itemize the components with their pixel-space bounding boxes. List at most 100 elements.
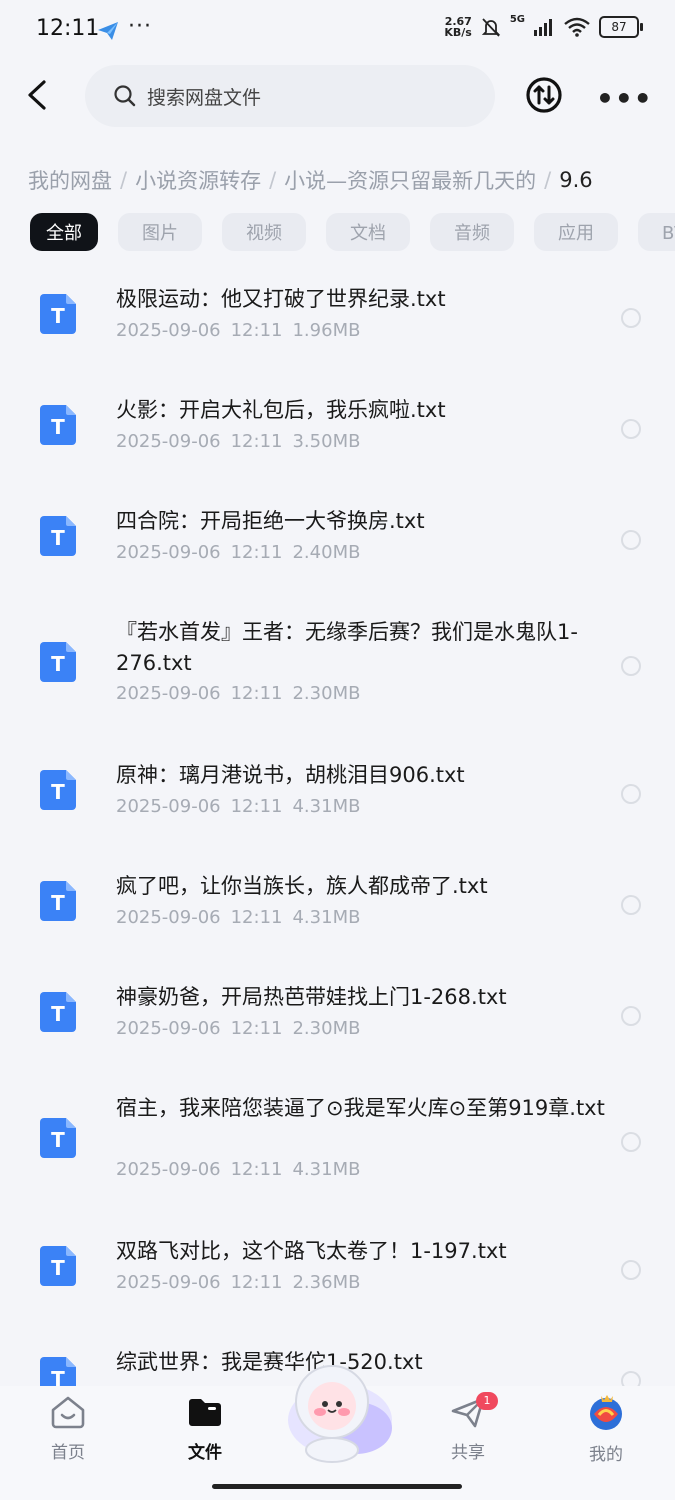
file-select-radio[interactable]: [621, 1006, 641, 1026]
filter-audio[interactable]: 音频: [430, 213, 514, 251]
file-row[interactable]: T 双路飞对比，这个路飞太卷了！1-197.txt 2025-09-06 12:11 2…: [0, 1214, 675, 1325]
home-icon: [51, 1396, 85, 1429]
status-right-group: 2.67 KB/s 5G 87: [444, 14, 643, 38]
breadcrumb: 我的网盘 / 小说资源转存 / 小说—资源只留最新几天的 / 9.6: [28, 160, 668, 200]
filter-all[interactable]: 全部: [30, 213, 98, 251]
file-row[interactable]: T 极限运动：他又打破了世界纪录.txt 2025-09-06 12:11 1.96MB: [0, 262, 675, 373]
file-time: 12:11: [230, 1018, 283, 1039]
folder-icon: [189, 1399, 221, 1426]
transfer-list-icon[interactable]: [525, 76, 563, 114]
svg-text:T: T: [51, 780, 65, 804]
filter-videos[interactable]: 视频: [222, 213, 306, 251]
file-select-radio[interactable]: [621, 895, 641, 915]
file-select-radio[interactable]: [621, 419, 641, 439]
nav-home-label: 首页: [51, 1443, 85, 1463]
text-file-icon: T: [40, 770, 76, 810]
file-name: 双路飞对比，这个路飞太卷了！1-197.txt: [116, 1239, 507, 1263]
breadcrumb-item[interactable]: 小说资源转存: [135, 165, 261, 195]
file-select-radio[interactable]: [621, 530, 641, 550]
share-notification-badge: 1: [476, 1392, 498, 1410]
bottom-nav: 首页 文件 1 共享 我的: [0, 1365, 675, 1500]
file-meta: 2025-09-06 12:11 2.30MB: [116, 683, 370, 704]
file-select-radio[interactable]: [621, 1371, 641, 1386]
breadcrumb-separator: /: [269, 168, 277, 192]
filter-documents[interactable]: 文档: [326, 213, 410, 251]
filter-apps[interactable]: 应用: [534, 213, 618, 251]
svg-text:T: T: [51, 652, 65, 676]
search-input[interactable]: 搜索网盘文件: [85, 65, 495, 127]
file-time: 12:11: [230, 683, 283, 704]
file-name: 神豪奶爸，开局热芭带娃找上门1-268.txt: [116, 985, 507, 1009]
svg-text:T: T: [51, 891, 65, 915]
file-select-radio[interactable]: [621, 1260, 641, 1280]
back-arrow-icon[interactable]: [22, 78, 56, 112]
text-file-icon: T: [40, 516, 76, 556]
file-date: 2025-09-06: [116, 1159, 221, 1180]
file-date: 2025-09-06: [116, 907, 221, 928]
file-meta: 2025-09-06 12:11 2.30MB: [116, 1018, 370, 1039]
file-type-filter-bar: 全部 图片 视频 文档 音频 应用 BT种子: [30, 213, 675, 251]
more-options-button[interactable]: •••: [596, 82, 653, 115]
file-size: 4.31MB: [292, 796, 361, 817]
file-size: 1.96MB: [292, 320, 361, 341]
file-select-radio[interactable]: [621, 1132, 641, 1152]
file-meta: 2025-09-06 12:11 4.31MB: [116, 796, 370, 817]
text-file-icon: T: [40, 881, 76, 921]
file-row[interactable]: T 原神：璃月港说书，胡桃泪目906.txt 2025-09-06 12:11 4.31…: [0, 738, 675, 849]
nav-home[interactable]: 首页: [28, 1394, 108, 1463]
breadcrumb-item[interactable]: 小说—资源只留最新几天的: [284, 165, 536, 195]
nav-share-label: 共享: [451, 1443, 485, 1463]
text-file-icon: T: [40, 294, 76, 334]
file-size: 2.30MB: [292, 1018, 361, 1039]
nav-files[interactable]: 文件: [165, 1394, 245, 1463]
file-date: 2025-09-06: [116, 683, 221, 704]
battery-indicator: 87: [599, 16, 643, 38]
status-time: 12:11: [36, 16, 100, 41]
file-meta: 2025-09-06 12:11 4.31MB: [116, 907, 370, 928]
file-date: 2025-09-06: [116, 1272, 221, 1293]
file-size: 2.36MB: [292, 1272, 361, 1293]
svg-text:T: T: [51, 415, 65, 439]
filter-images[interactable]: 图片: [118, 213, 202, 251]
svg-text:T: T: [51, 1256, 65, 1280]
file-row[interactable]: T 『若水首发』王者：无缘季后赛？我们是水鬼队1-276.txt 2025-09-0…: [0, 595, 675, 738]
file-meta: 2025-09-06 12:11 1.96MB: [116, 320, 370, 341]
breadcrumb-separator: /: [544, 168, 552, 192]
file-name: 极限运动：他又打破了世界纪录.txt: [116, 287, 446, 311]
file-meta: 2025-09-06 12:11 4.31MB: [116, 1159, 370, 1180]
file-size: 2.40MB: [292, 542, 361, 563]
breadcrumb-item[interactable]: 我的网盘: [28, 165, 112, 195]
text-file-icon: T: [40, 642, 76, 682]
bell-muted-icon: [481, 18, 501, 37]
filter-bt-torrents[interactable]: BT种子: [638, 213, 675, 251]
file-name: 『若水首发』王者：无缘季后赛？我们是水鬼队1-276.txt: [116, 620, 578, 675]
mascot-ai-assistant-icon[interactable]: [282, 1358, 394, 1466]
file-date: 2025-09-06: [116, 1018, 221, 1039]
file-row[interactable]: T 火影：开启大礼包后，我乐疯啦.txt 2025-09-06 12:11 3.50MB: [0, 373, 675, 484]
file-size: 4.31MB: [292, 1159, 361, 1180]
text-file-icon: T: [40, 1246, 76, 1286]
nav-share[interactable]: 1 共享: [428, 1392, 508, 1463]
file-date: 2025-09-06: [116, 796, 221, 817]
nav-mine[interactable]: 我的: [566, 1394, 646, 1465]
file-row[interactable]: T 四合院：开局拒绝一大爷换房.txt 2025-09-06 12:11 2.40MB: [0, 484, 675, 595]
svg-text:T: T: [51, 1128, 65, 1152]
file-date: 2025-09-06: [116, 320, 221, 341]
file-row[interactable]: T 疯了吧，让你当族长，族人都成帝了.txt 2025-09-06 12:11 4.31…: [0, 849, 675, 960]
file-time: 12:11: [230, 431, 283, 452]
file-date: 2025-09-06: [116, 431, 221, 452]
file-size: 2.30MB: [292, 683, 361, 704]
file-row[interactable]: T 神豪奶爸，开局热芭带娃找上门1-268.txt 2025-09-06 12:11 2…: [0, 960, 675, 1071]
file-size: 3.50MB: [292, 431, 361, 452]
home-indicator[interactable]: [212, 1484, 462, 1489]
breadcrumb-separator: /: [120, 168, 128, 192]
file-time: 12:11: [230, 1159, 283, 1180]
wifi-icon: [564, 17, 590, 37]
file-name: 原神：璃月港说书，胡桃泪目906.txt: [116, 763, 465, 787]
search-icon: [114, 85, 136, 107]
file-row[interactable]: T 宿主，我来陪您装逼了⊙我是军火库⊙至第919章.txt 2025-09-06 12…: [0, 1071, 675, 1214]
svg-text:T: T: [51, 526, 65, 550]
file-select-radio[interactable]: [621, 784, 641, 804]
file-select-radio[interactable]: [621, 656, 641, 676]
file-select-radio[interactable]: [621, 308, 641, 328]
